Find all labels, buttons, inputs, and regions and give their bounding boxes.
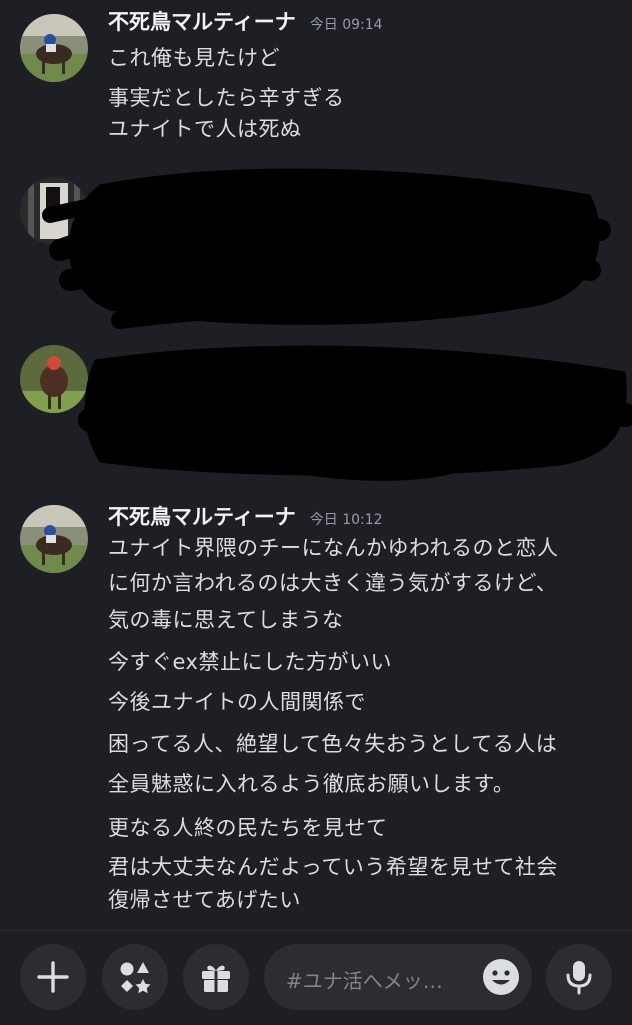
avatar[interactable] bbox=[20, 345, 88, 413]
message-text: 今すぐex禁止にした方がいい bbox=[108, 650, 392, 674]
message-text: 更なる人終の民たちを見せて bbox=[108, 816, 388, 840]
timestamp: 今日 10:12 bbox=[309, 512, 383, 528]
message-text: 困ってる人、絶望して色々失おうとしてる人は bbox=[108, 732, 558, 756]
message-text: 今後ユナイトの人間関係で bbox=[108, 690, 366, 714]
avatar[interactable] bbox=[20, 14, 88, 82]
message-text: 復帰させてあげたい bbox=[108, 888, 301, 912]
message-text: に何か言われるのは大きく違う気がするけど、 bbox=[108, 571, 558, 595]
message-text: 君は大丈夫なんだよっていう希望を見せて社会 bbox=[108, 855, 558, 879]
message-text: 事実だとしたら辛すぎる bbox=[108, 86, 345, 110]
apps-icon bbox=[120, 962, 151, 994]
avatar[interactable] bbox=[20, 505, 88, 573]
author-name[interactable]: 不死鳥マルティーナ bbox=[108, 501, 296, 531]
avatar[interactable] bbox=[20, 177, 88, 245]
message-input[interactable]: #ユナ活へメッ… bbox=[264, 944, 532, 1010]
message-text: 全員魅惑に入れるよう徹底お願いします。 bbox=[108, 772, 515, 796]
message-text: 気の毒に思えてしまうな bbox=[108, 608, 344, 632]
plus-icon bbox=[37, 961, 69, 993]
timestamp: 今日 09:14 bbox=[309, 17, 383, 33]
mic-icon bbox=[566, 961, 592, 995]
author-name[interactable]: 不死鳥マルティーナ bbox=[108, 6, 296, 36]
message-text: これ俺も見たけど bbox=[108, 46, 280, 70]
composer-bar: #ユナ活へメッ… bbox=[0, 930, 632, 1025]
gift-icon bbox=[202, 965, 230, 992]
gift-button[interactable] bbox=[183, 944, 249, 1010]
voice-button[interactable] bbox=[546, 944, 612, 1010]
message-text: ユナイトで人は死ぬ bbox=[108, 117, 302, 141]
add-button[interactable] bbox=[20, 944, 86, 1010]
message-feed[interactable]: 不死鳥マルティーナ 今日 09:14 これ俺も見たけど 事実だとしたら辛すぎる … bbox=[0, 0, 632, 930]
apps-button[interactable] bbox=[102, 944, 168, 1010]
message-text: ユナイト界隈のチーになんかゆわれるのと恋人 bbox=[108, 536, 559, 560]
emoji-icon[interactable] bbox=[482, 958, 520, 996]
message-input-placeholder: #ユナ活へメッ… bbox=[286, 969, 443, 993]
